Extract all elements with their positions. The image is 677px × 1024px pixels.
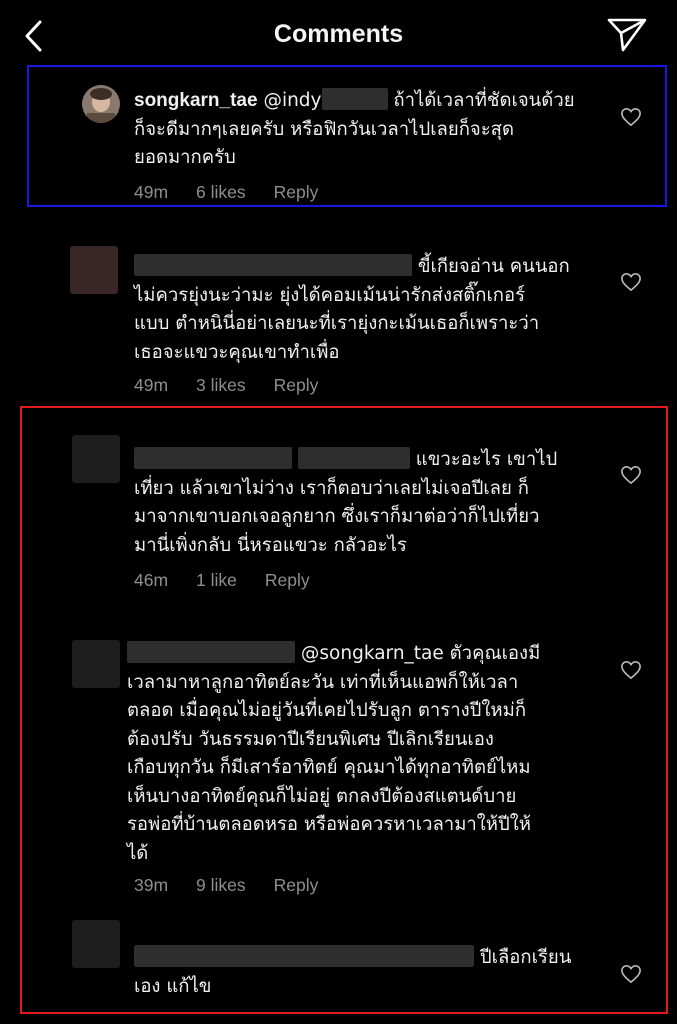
header-bar: Comments [0, 0, 677, 72]
reply-button[interactable]: Reply [274, 375, 319, 395]
comment-text: ขี้เกียจอ่าน คนนอก ไม่ควรยุ่งนะว่ามะ ยุ่… [134, 253, 604, 367]
highlight-box-red [20, 406, 668, 1014]
page-title: Comments [273, 20, 404, 48]
redacted-username [134, 254, 412, 276]
comment-likes[interactable]: 3 likes [196, 375, 246, 395]
heart-like-icon[interactable] [620, 272, 642, 292]
comment-time: 49m [134, 375, 169, 395]
comment-line: ขี้เกียจอ่าน คนนอก [417, 256, 570, 277]
send-paper-plane-icon[interactable] [605, 14, 649, 54]
comment-line: เธอจะแขวะคุณเขาทำเพื่อ [134, 341, 340, 363]
comment-meta: 49m 3 likes Reply [134, 375, 346, 396]
comment-line: ไม่ควรยุ่งนะว่ามะ ยุ่งได้คอมเม้นน่ารักส่… [134, 284, 526, 306]
comment-line: แบบ ตำหนินี่อย่าเลยนะที่เรายุ่งกะเม้นเธอ… [134, 313, 540, 334]
highlight-box-blue [27, 65, 667, 207]
avatar[interactable] [70, 246, 118, 294]
